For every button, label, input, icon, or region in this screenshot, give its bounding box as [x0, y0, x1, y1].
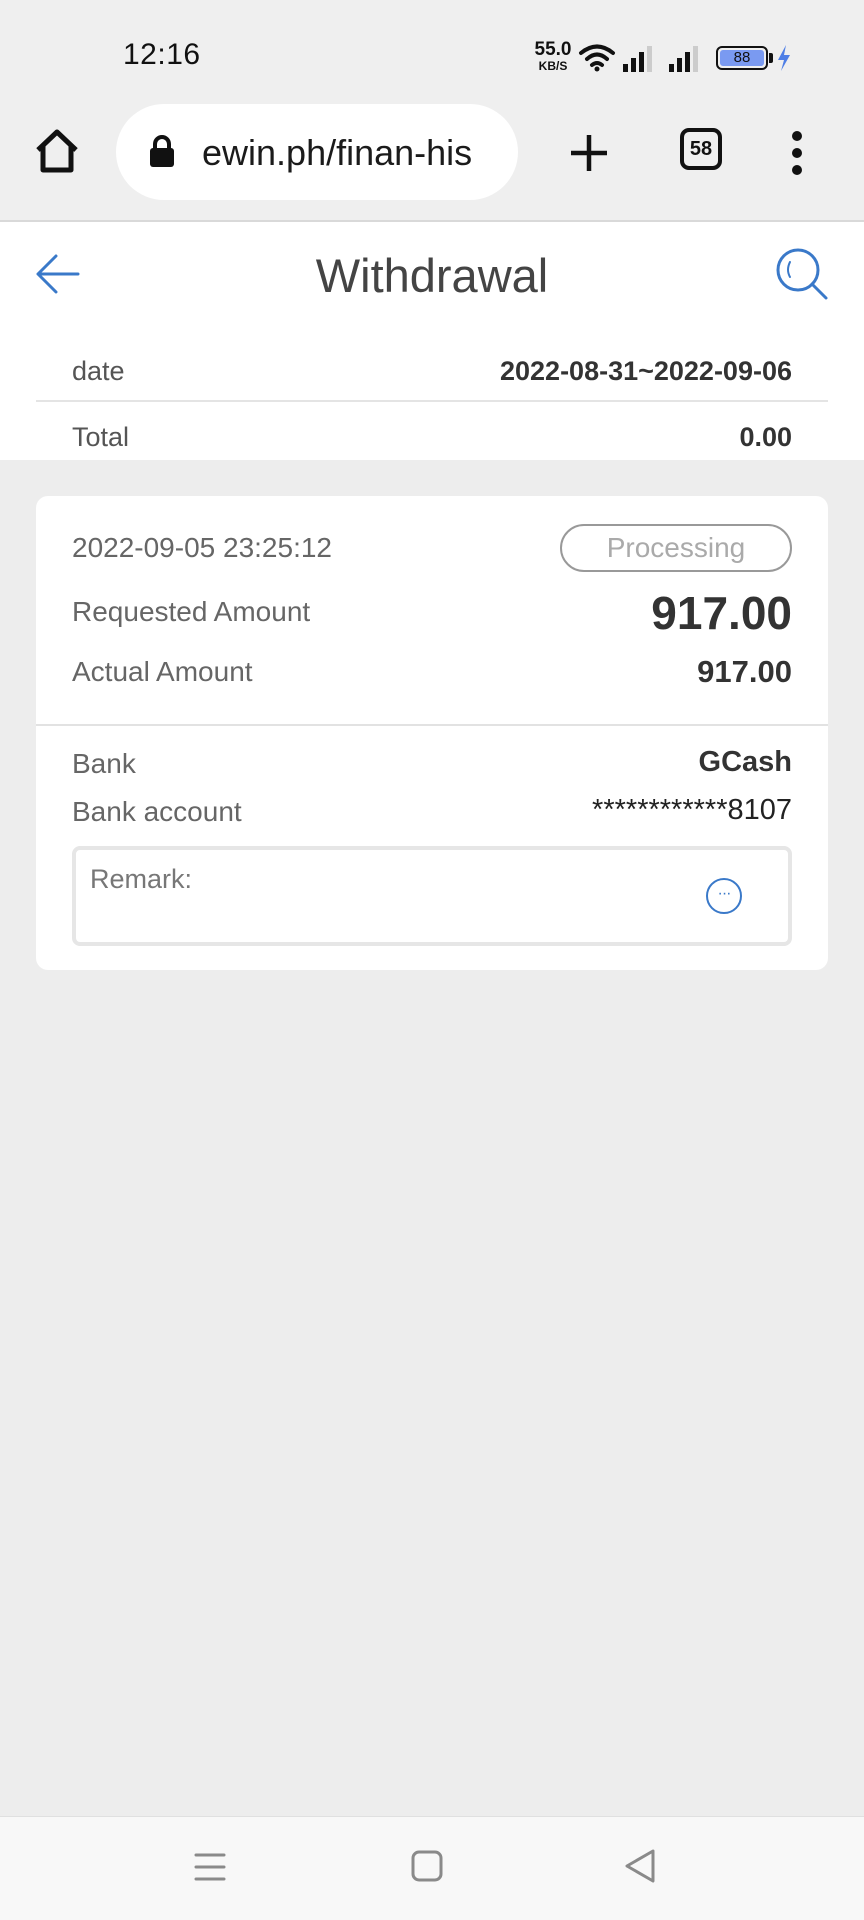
total-value: 0.00 [739, 422, 792, 452]
bank-label: Bank [72, 748, 136, 779]
new-tab-plus-icon[interactable] [568, 132, 610, 174]
bank-value: GCash [698, 746, 792, 778]
more-vertical-icon[interactable] [786, 130, 808, 176]
network-speed-value: 55.0 [534, 39, 572, 60]
tab-switcher-button[interactable]: 58 [680, 128, 722, 170]
date-range-row[interactable]: date 2022-08-31~2022-09-06 [36, 336, 828, 402]
requested-amount-label: Requested Amount [72, 596, 311, 627]
date-range-value: 2022-08-31~2022-09-06 [500, 356, 792, 386]
remark-more-icon[interactable]: ··· [706, 878, 742, 914]
requested-amount-value: 917.00 [651, 587, 792, 639]
battery-icon: 88 [716, 46, 773, 70]
bank-account-label: Bank account [72, 796, 242, 827]
system-navigation-bar [0, 1816, 864, 1920]
record-datetime: 2022-09-05 23:25:12 [72, 532, 332, 563]
home-square-icon[interactable] [410, 1849, 444, 1883]
total-row: Total 0.00 [36, 402, 828, 468]
card-divider [36, 724, 828, 726]
signal-icon-sim1 [623, 46, 652, 72]
network-speed-unit: KB/S [538, 59, 568, 73]
url-text: ewin.ph/finan-his [202, 132, 473, 173]
signal-icon-sim2 [669, 46, 698, 72]
wifi-icon [579, 44, 615, 72]
address-bar[interactable]: ewin.ph/finan-his [116, 104, 518, 200]
actual-amount-value: 917.00 [697, 654, 792, 689]
status-time: 12:16 [123, 38, 201, 71]
withdrawal-record-card[interactable]: 2022-09-05 23:25:12 Processing Requested… [36, 496, 828, 970]
battery-level: 88 [720, 50, 764, 66]
actual-amount-label: Actual Amount [72, 656, 253, 687]
lock-icon [150, 135, 174, 167]
page-title: Withdrawal [315, 249, 549, 302]
total-label: Total [72, 422, 130, 452]
search-icon[interactable] [774, 246, 830, 302]
bank-account-value: ************8107 [592, 794, 792, 826]
network-speed: 55.0 KB/S [532, 40, 574, 72]
remark-label: Remark: [90, 864, 193, 894]
home-icon[interactable] [34, 128, 80, 174]
charging-bolt-icon [778, 45, 790, 71]
status-bar: 12:16 55.0 KB/S 88 [0, 0, 864, 104]
app-header: Withdrawal date 2022-08-31~2022-09-06 To… [0, 222, 864, 460]
date-label: date [72, 356, 125, 386]
status-badge: Processing [560, 524, 792, 572]
browser-toolbar: ewin.ph/finan-his 58 [0, 104, 864, 222]
menu-icon[interactable] [192, 1849, 228, 1885]
back-triangle-icon[interactable] [622, 1847, 658, 1885]
remark-box: Remark: ··· [72, 846, 792, 946]
